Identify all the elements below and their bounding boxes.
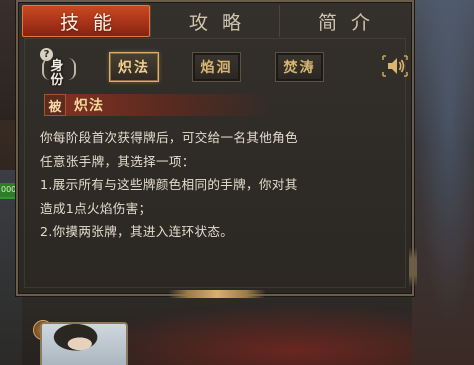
hero-portrait[interactable]: [40, 322, 128, 365]
description-line: 2.你摸两张牌，其进入连环状态。: [40, 224, 234, 239]
skill-panel: 技能 攻略 简介 ? 身份 炽法 焰洄 焚涛 被 炽法 你每阶段首次获得牌后，可…: [16, 0, 417, 298]
tab-bar: 技能 攻略 简介: [22, 5, 408, 37]
description-line: 1.展示所有与这些牌颜色相同的手牌，你对其: [40, 177, 298, 192]
description-line: 任意张手牌，其选择一项：: [40, 153, 195, 169]
identity-label: 身份: [50, 59, 64, 88]
description-line: 你每阶段首次获得牌后，可交给一名其他角色: [40, 130, 298, 145]
skill-title-bar: 被 炽法: [44, 94, 274, 116]
panel-ornament: [168, 290, 266, 298]
tab-skills[interactable]: 技能: [22, 5, 150, 37]
skill-type-badge: 被: [44, 94, 66, 116]
game-scene: 000 ⬆ 技能 攻略 简介 ? 身份 炽法 焰洄 焚涛 被 炽法: [0, 0, 474, 365]
tab-strategy[interactable]: 攻略: [150, 5, 279, 37]
description-line: 造成1点火焰伤害；: [40, 200, 152, 216]
skill-description: 你每阶段首次获得牌后，可交给一名其他角色 任意张手牌，其选择一项： 1.展示所有…: [40, 126, 392, 244]
identity-toggle[interactable]: ? 身份: [40, 48, 76, 88]
skill-name: 炽法: [74, 98, 104, 114]
background-right: [412, 0, 474, 365]
skill-button-2[interactable]: 焰洄: [192, 52, 241, 82]
skill-button-1[interactable]: 炽法: [109, 52, 159, 82]
panel-side-ornament: [409, 247, 417, 287]
voice-button[interactable]: [380, 52, 410, 80]
tab-intro[interactable]: 简介: [279, 5, 408, 37]
skill-button-3[interactable]: 焚涛: [275, 52, 324, 82]
speaker-icon: [382, 55, 408, 77]
